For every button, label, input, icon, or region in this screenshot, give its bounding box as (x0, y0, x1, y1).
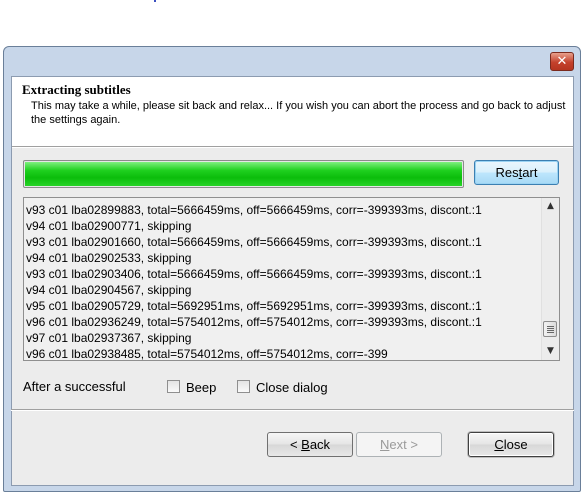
log-line: v96 c01 lba02938485, total=5754012ms, of… (26, 347, 388, 361)
scroll-thumb[interactable] (543, 321, 557, 337)
restart-label-pre: Res (495, 165, 519, 180)
back-label-prefix: < (289, 437, 302, 452)
log-line: v94 c01 lba02902533, skipping (26, 251, 192, 265)
page-title: Extracting subtitles (22, 82, 131, 97)
scroll-down-icon[interactable]: ▼ (542, 343, 559, 360)
scroll-up-icon[interactable]: ▲ (542, 198, 559, 215)
grip-line (547, 326, 554, 327)
log-line: v93 c01 lba02903406, total=5666459ms, of… (26, 267, 482, 281)
grip-line (547, 332, 554, 333)
close-button[interactable]: Close (468, 432, 554, 457)
log-line: v95 c01 lba02905729, total=5692951ms, of… (26, 299, 482, 313)
log-line: v93 c01 lba02899883, total=5666459ms, of… (26, 203, 482, 217)
log-listbox[interactable]: v93 c01 lba02899883, total=5666459ms, of… (23, 197, 560, 361)
log-line: v94 c01 lba02904567, skipping (26, 283, 192, 297)
log-lines: v93 c01 lba02899883, total=5666459ms, of… (26, 202, 538, 361)
grip-line (547, 328, 554, 329)
back-label-rest: ack (309, 437, 331, 452)
beep-label[interactable]: Beep (186, 380, 216, 395)
log-line: v97 c01 lba02937367, skipping (26, 331, 192, 345)
next-label-rest: ext > (389, 437, 418, 452)
log-scrollbar[interactable]: ▲ ▼ (541, 198, 559, 360)
page-subtitle: This may take a while, please sit back a… (31, 100, 566, 126)
close-dialog-checkbox[interactable] (237, 380, 250, 393)
progress-fill (25, 162, 462, 186)
log-line: v96 c01 lba02936249, total=5754012ms, of… (26, 315, 482, 329)
footer-divider-highlight (11, 410, 574, 411)
close-dialog-label[interactable]: Close dialog (256, 380, 328, 395)
progress-bar (23, 160, 464, 188)
beep-checkbox[interactable] (167, 380, 180, 393)
restart-button[interactable]: Restart (474, 160, 559, 185)
close-label-rest: lose (503, 437, 528, 452)
stray-pixel (154, 0, 156, 2)
after-success-label: After a successful (23, 379, 126, 394)
next-button[interactable]: Next > (356, 432, 442, 457)
next-label-accel: N (380, 437, 390, 452)
header-divider (12, 147, 573, 148)
window-close-icon[interactable]: ✕ (550, 52, 574, 71)
log-line: v93 c01 lba02901660, total=5666459ms, of… (26, 235, 482, 249)
log-line: v94 c01 lba02900771, skipping (26, 219, 192, 233)
restart-label-post: art (522, 165, 538, 180)
back-label-accel: B (301, 437, 310, 452)
grip-line (547, 330, 554, 331)
back-button[interactable]: < Back (267, 432, 353, 457)
close-label-accel: C (494, 437, 504, 452)
